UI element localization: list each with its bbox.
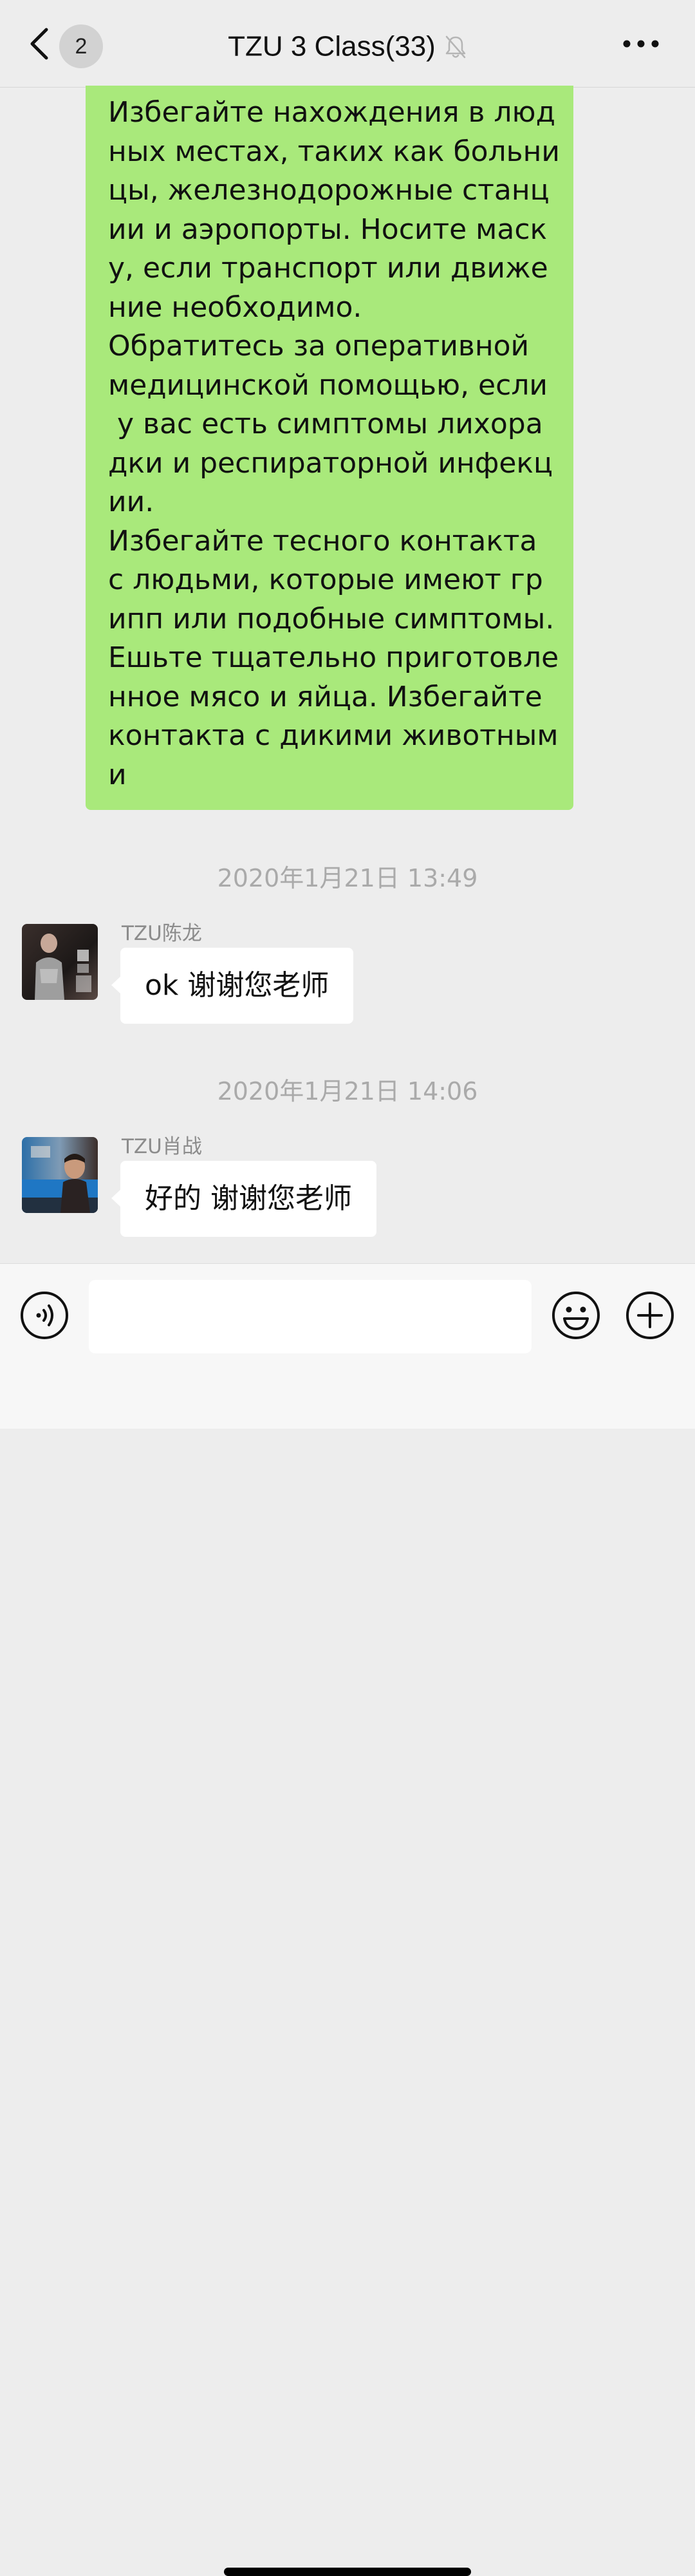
message-text-line: медицинской помощью, если (108, 368, 548, 402)
message-timestamp: 2020年1月21日 14:06 (217, 1077, 478, 1105)
message-text-line: Ешьте тщательно приготовле (108, 641, 559, 674)
sender-name: TZU陈龙 (122, 922, 202, 945)
chat-title[interactable]: TZU 3 Class(33) (228, 31, 436, 62)
bell-muted-icon (445, 35, 466, 58)
message-text-line: ных местах, таких как больни (108, 135, 560, 168)
sender-name: TZU肖战 (122, 1135, 202, 1158)
message-text-line: Избегайте тесного контакта (108, 524, 537, 558)
message-text-line: ии и аэропорты. Носите маск (108, 212, 548, 246)
message-text-line: у, если транспорт или движе (108, 252, 548, 285)
message-text-line: ии. (108, 485, 154, 518)
message-text-line: цы, железнодорожные станц (108, 174, 550, 207)
more-button[interactable] (623, 39, 659, 49)
message-text-line: Избегайте нахождения в люд (108, 96, 556, 129)
voice-input-icon[interactable] (19, 1290, 70, 1340)
message-text-line: контакта с дикими животным (108, 719, 559, 752)
plus-circle-icon[interactable] (625, 1290, 675, 1340)
message-text-line: у вас есть симптомы лихора (108, 408, 543, 440)
home-indicator[interactable] (224, 2568, 471, 2576)
more-dots-icon[interactable] (623, 39, 659, 49)
outgoing-message-bubble[interactable]: Избегайте нахождения в люд ных местах, та… (86, 86, 573, 810)
avatar[interactable] (22, 924, 98, 1000)
input-bar (0, 1263, 695, 2576)
avatar-image (22, 924, 98, 1000)
more-functions-button[interactable] (625, 1290, 675, 1340)
avatar[interactable] (22, 1137, 98, 1213)
message-text-line: с людьми, которые имеют гр (108, 563, 543, 596)
message-text-line: Обратитесь за оперативной (108, 330, 530, 362)
chat-title-container: TZU 3 Class(33) (0, 24, 695, 68)
incoming-message-bubble[interactable]: 好的 谢谢您老师 (111, 1161, 376, 1237)
message-text-line: ние необходимо. (108, 290, 362, 324)
message-text-line: ипп или подобные симптомы. (108, 602, 555, 635)
emoji-icon[interactable] (551, 1290, 601, 1340)
avatar-image (22, 1137, 98, 1213)
emoji-button[interactable] (551, 1290, 601, 1340)
message-text-line: дки и респираторной инфекц (108, 446, 553, 480)
voice-button[interactable] (19, 1290, 70, 1340)
message-input[interactable] (89, 1280, 532, 1353)
message-text-line: нное мясо и яйца. Избегайте (108, 680, 542, 713)
incoming-message-bubble[interactable]: ok 谢谢您老师 (111, 948, 354, 1024)
message-text-line: и (108, 758, 127, 791)
message-timestamp: 2020年1月21日 13:49 (217, 864, 478, 892)
chat-header: 2 TZU 3 Class(33) (0, 0, 695, 88)
